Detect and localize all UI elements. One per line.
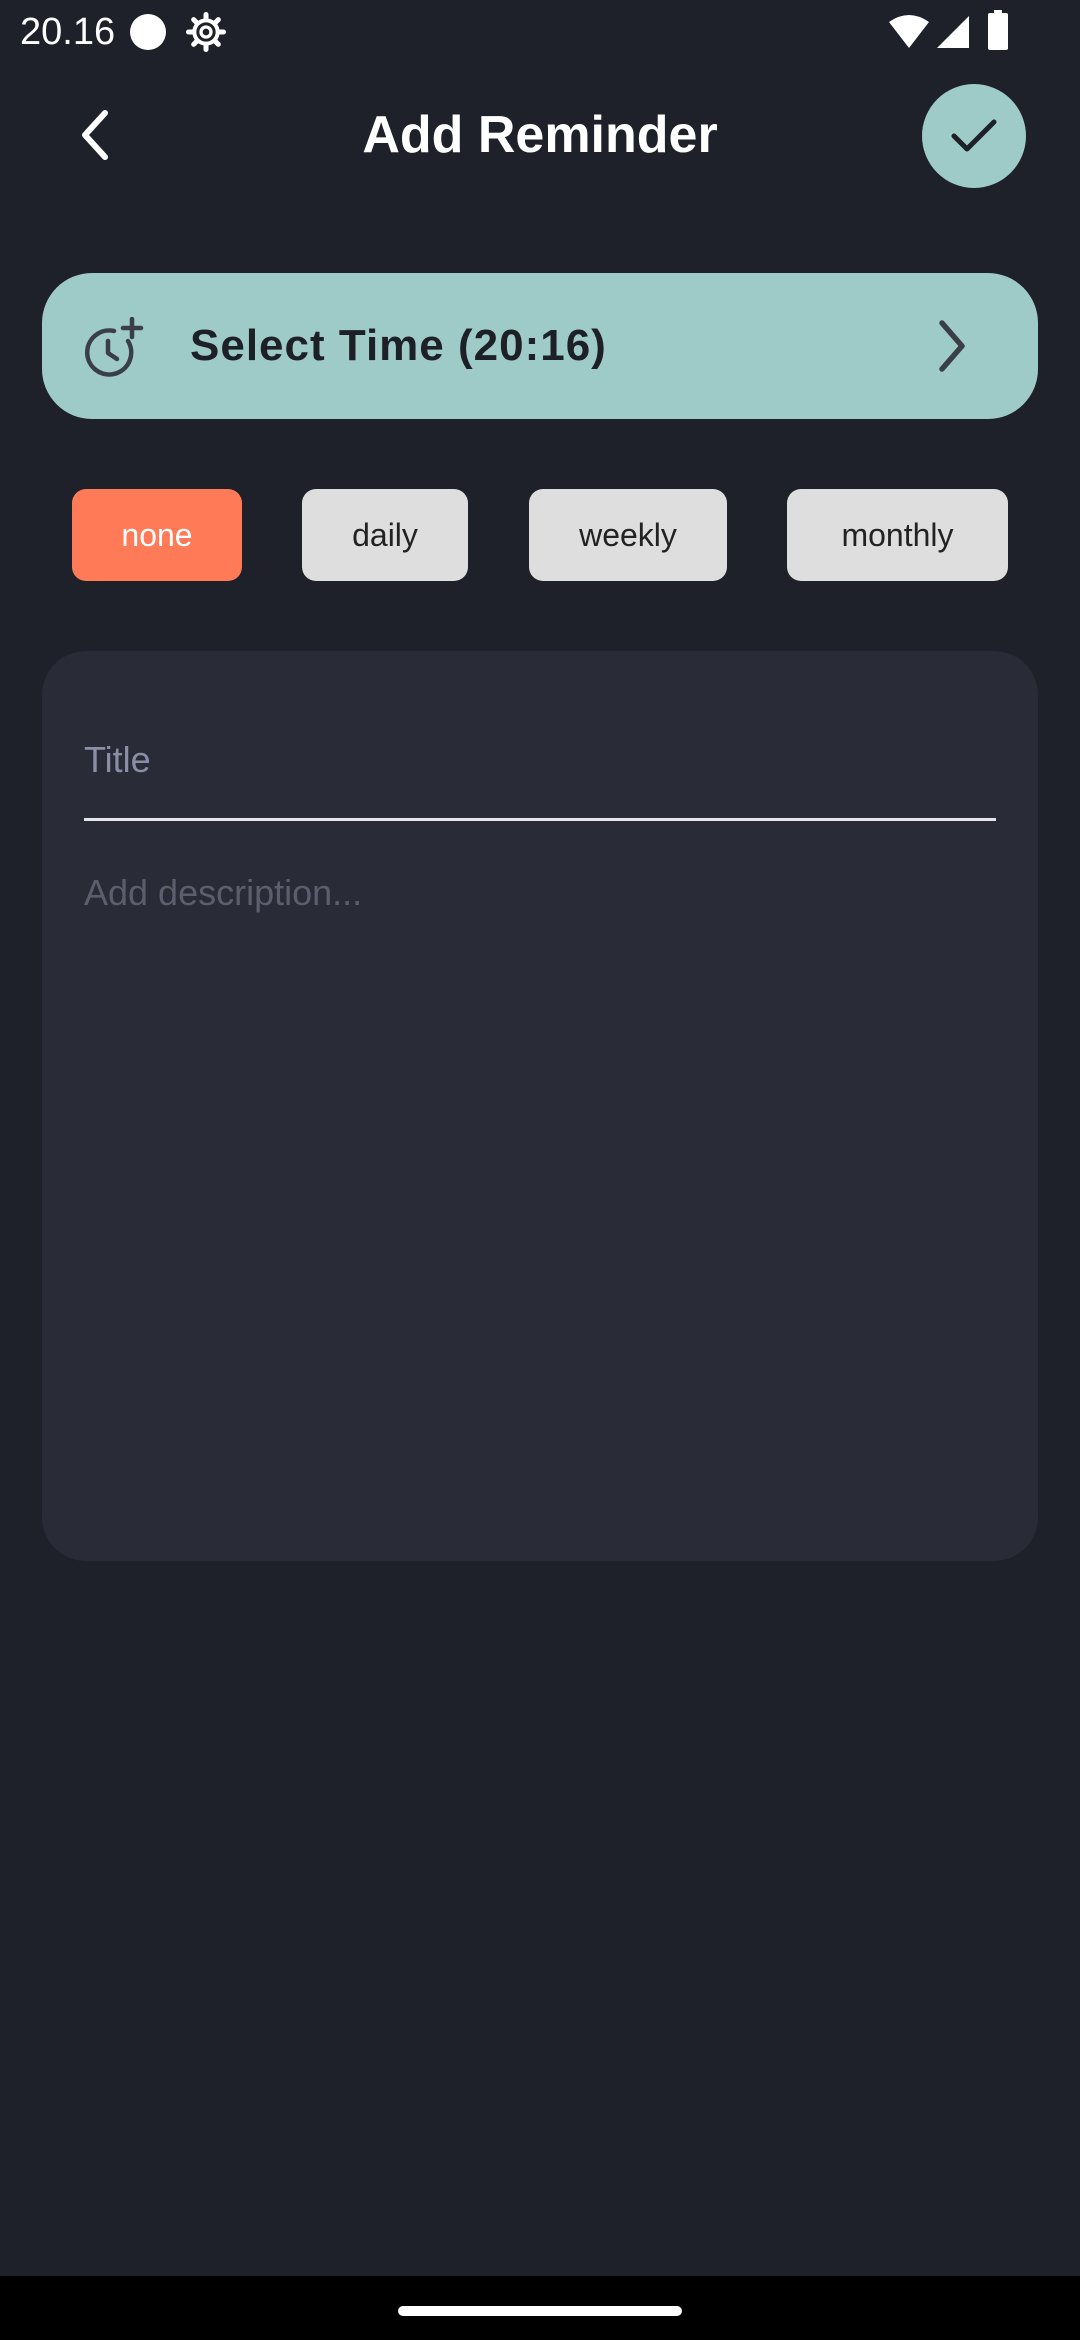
back-button[interactable]: [60, 100, 130, 170]
repeat-option-none[interactable]: none: [72, 489, 242, 581]
chevron-right-icon: [939, 320, 965, 372]
title-input[interactable]: [84, 701, 996, 821]
gear-icon: [186, 12, 226, 52]
signal-icon: [937, 16, 969, 48]
wifi-icon: [889, 15, 929, 48]
navigation-bar: [0, 2276, 1080, 2340]
repeat-option-monthly[interactable]: monthly: [787, 489, 1008, 581]
chevron-left-icon: [82, 110, 108, 160]
save-button[interactable]: [922, 84, 1026, 188]
check-icon: [951, 119, 997, 152]
status-bar: 20.16: [0, 0, 1080, 64]
notification-dot-icon: [130, 14, 166, 50]
select-time-label: Select Time (20:16): [190, 321, 607, 370]
repeat-option-weekly[interactable]: weekly: [529, 489, 727, 581]
status-time: 20.16: [20, 11, 116, 53]
description-input[interactable]: [84, 871, 996, 1511]
repeat-option-daily[interactable]: daily: [302, 489, 468, 581]
home-indicator[interactable]: [398, 2306, 682, 2316]
battery-icon: [988, 10, 1008, 50]
add-reminder-screen: 20.16 Add Reminder Select Time (20:16) n…: [0, 0, 1080, 2340]
select-time-button[interactable]: Select Time (20:16): [42, 273, 1038, 419]
reminder-form-card: [42, 651, 1038, 1561]
page-title: Add Reminder: [362, 106, 718, 164]
clock-plus-icon: [84, 317, 144, 377]
